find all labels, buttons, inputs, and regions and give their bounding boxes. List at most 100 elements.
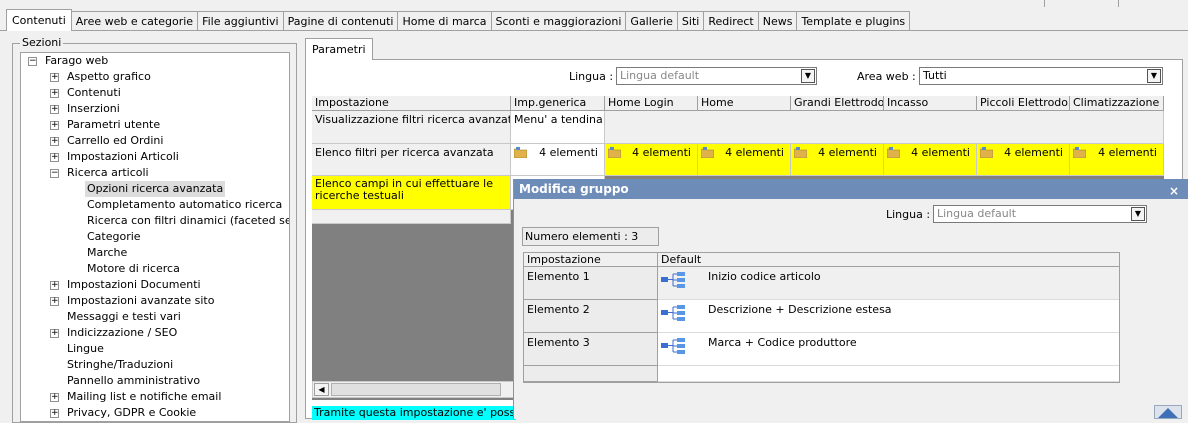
- column-header[interactable]: Incasso: [884, 96, 977, 111]
- tab-news[interactable]: News: [757, 11, 798, 31]
- expand-icon[interactable]: +: [50, 89, 59, 98]
- tab-contenuti[interactable]: Contenuti: [6, 9, 72, 31]
- sidebar-item-label: Impostazioni avanzate sito: [67, 294, 215, 307]
- tab-file-aggiuntivi[interactable]: File aggiuntivi: [197, 11, 284, 31]
- chevron-down-icon[interactable]: ▼: [801, 69, 815, 83]
- list-cell[interactable]: 4 elementi: [884, 144, 977, 176]
- empty-row: [524, 366, 658, 382]
- element-label: Elemento 2: [524, 300, 658, 333]
- column-header[interactable]: Climatizzazione: [1070, 96, 1164, 111]
- lingua-label: Lingua :: [569, 70, 614, 83]
- scroll-up-button[interactable]: [1154, 405, 1182, 419]
- sidebar-item-label: Contenuti: [67, 86, 121, 99]
- tab-siti[interactable]: Siti: [676, 11, 705, 31]
- tab-redirect[interactable]: Redirect: [703, 11, 759, 31]
- empty-row: [658, 366, 1119, 382]
- column-header[interactable]: Imp.generica: [511, 96, 605, 111]
- expand-icon[interactable]: +: [50, 121, 59, 130]
- row-label: Visualizzazione filtri ricerca avanzata: [312, 111, 511, 144]
- scroll-left-icon[interactable]: ◀: [314, 383, 329, 396]
- tab-gallerie[interactable]: Gallerie: [625, 11, 678, 31]
- sidebar-item-label: Completamento automatico ricerca: [87, 198, 283, 211]
- collapse-icon[interactable]: −: [28, 57, 37, 66]
- tab-parametri[interactable]: Parametri: [305, 38, 373, 60]
- list-count: 4 elementi: [1098, 146, 1157, 159]
- dialog-lingua-select[interactable]: Lingua default ▼: [933, 205, 1147, 223]
- sections-tree[interactable]: − Farago web + Aspetto grafico + Contenuti + In…: [20, 52, 290, 422]
- generic-value-cell[interactable]: Menu' a tendina: [511, 111, 605, 144]
- column-header[interactable]: Impostazione: [524, 253, 658, 267]
- lingua-select[interactable]: Lingua default ▼: [616, 67, 817, 85]
- sidebar-item-label: Privacy, GDPR e Cookie: [67, 406, 197, 419]
- column-header[interactable]: Default: [658, 253, 1119, 267]
- element-count: Numero elementi : 3: [522, 227, 659, 246]
- sidebar-item-label: Motore di ricerca: [87, 262, 180, 275]
- chevron-down-icon[interactable]: ▼: [1131, 207, 1145, 221]
- column-header[interactable]: Piccoli Elettrodo...: [977, 96, 1070, 111]
- list-cell[interactable]: 4 elementi: [605, 144, 698, 176]
- element-value-text: Marca + Codice produttore: [708, 336, 857, 349]
- collapse-icon[interactable]: −: [50, 169, 59, 178]
- area-web-select[interactable]: Tutti ▼: [919, 67, 1163, 85]
- element-label: Elemento 3: [524, 333, 658, 366]
- tab-home-marca[interactable]: Home di marca: [397, 11, 492, 31]
- folder-icon: [887, 147, 900, 158]
- column-header[interactable]: Grandi Elettrodo...: [791, 96, 884, 111]
- sidebar-item-label: Ricerca articoli: [67, 166, 149, 179]
- element-value[interactable]: Inizio codice articolo: [658, 267, 1119, 300]
- group-tree-icon: [661, 305, 685, 321]
- list-cell[interactable]: 4 elementi: [1070, 144, 1164, 176]
- list-cell[interactable]: 4 elementi: [977, 144, 1070, 176]
- scroll-thumb[interactable]: [331, 383, 501, 396]
- main-tabs: Contenuti Aree web e categorie File aggi…: [6, 9, 911, 31]
- list-cell[interactable]: 4 elementi: [698, 144, 791, 176]
- sidebar-item-label: Stringhe/Traduzioni: [67, 358, 174, 371]
- top-strip: [0, 0, 1188, 7]
- expand-icon[interactable]: +: [50, 281, 59, 290]
- dialog-title[interactable]: Modifica gruppo ×: [514, 179, 1188, 199]
- close-icon[interactable]: ×: [1169, 181, 1179, 201]
- sidebar-item-label: Impostazioni Documenti: [67, 278, 201, 291]
- dialog-title-text: Modifica gruppo: [519, 182, 629, 196]
- group-tree-icon: [661, 338, 685, 354]
- folder-icon: [514, 147, 527, 158]
- expand-icon[interactable]: +: [50, 105, 59, 114]
- expand-icon[interactable]: +: [50, 153, 59, 162]
- folder-icon: [701, 147, 714, 158]
- folder-icon: [608, 147, 621, 158]
- folder-icon: [980, 147, 993, 158]
- expand-icon[interactable]: +: [50, 329, 59, 338]
- column-header[interactable]: Home: [698, 96, 791, 111]
- element-value-text: Inizio codice articolo: [708, 270, 821, 283]
- expand-icon[interactable]: +: [50, 393, 59, 402]
- element-value[interactable]: Descrizione + Descrizione estesa: [658, 300, 1119, 333]
- list-count: 4 elementi: [632, 146, 691, 159]
- expand-icon[interactable]: +: [50, 137, 59, 146]
- group-elements-grid: Impostazione Default Elemento 1 Inizio c…: [523, 252, 1120, 383]
- dialog-lingua-value: Lingua default: [937, 207, 1017, 220]
- sidebar-item-label: Lingue: [67, 342, 104, 355]
- tab-pagine-contenuti[interactable]: Pagine di contenuti: [282, 11, 399, 31]
- lingua-select-value: Lingua default: [620, 69, 700, 82]
- list-count: 4 elementi: [1004, 146, 1063, 159]
- column-header[interactable]: Impostazione: [312, 96, 511, 111]
- expand-icon[interactable]: +: [50, 409, 59, 418]
- area-web-label: Area web :: [857, 70, 916, 83]
- element-value[interactable]: Marca + Codice produttore: [658, 333, 1119, 366]
- column-header[interactable]: Home Login: [605, 96, 698, 111]
- tab-aree-web[interactable]: Aree web e categorie: [70, 11, 199, 31]
- sidebar-item-label: Aspetto grafico: [67, 70, 151, 83]
- tab-sconti[interactable]: Sconti e maggiorazioni: [490, 11, 627, 31]
- chevron-down-icon[interactable]: ▼: [1147, 69, 1161, 83]
- area-web-select-value: Tutti: [923, 69, 947, 82]
- horizontal-scrollbar[interactable]: ◀: [312, 381, 514, 398]
- sidebar-item-label: Parametri utente: [67, 118, 161, 131]
- expand-icon[interactable]: +: [50, 297, 59, 306]
- tab-template-plugins[interactable]: Template e plugins: [796, 11, 911, 31]
- expand-icon[interactable]: +: [50, 73, 59, 82]
- list-cell[interactable]: 4 elementi: [791, 144, 884, 176]
- sidebar-item-label: Inserzioni: [67, 102, 120, 115]
- empty-row: [312, 210, 511, 224]
- list-cell[interactable]: 4 elementi: [511, 144, 605, 176]
- list-count: 4 elementi: [539, 146, 598, 159]
